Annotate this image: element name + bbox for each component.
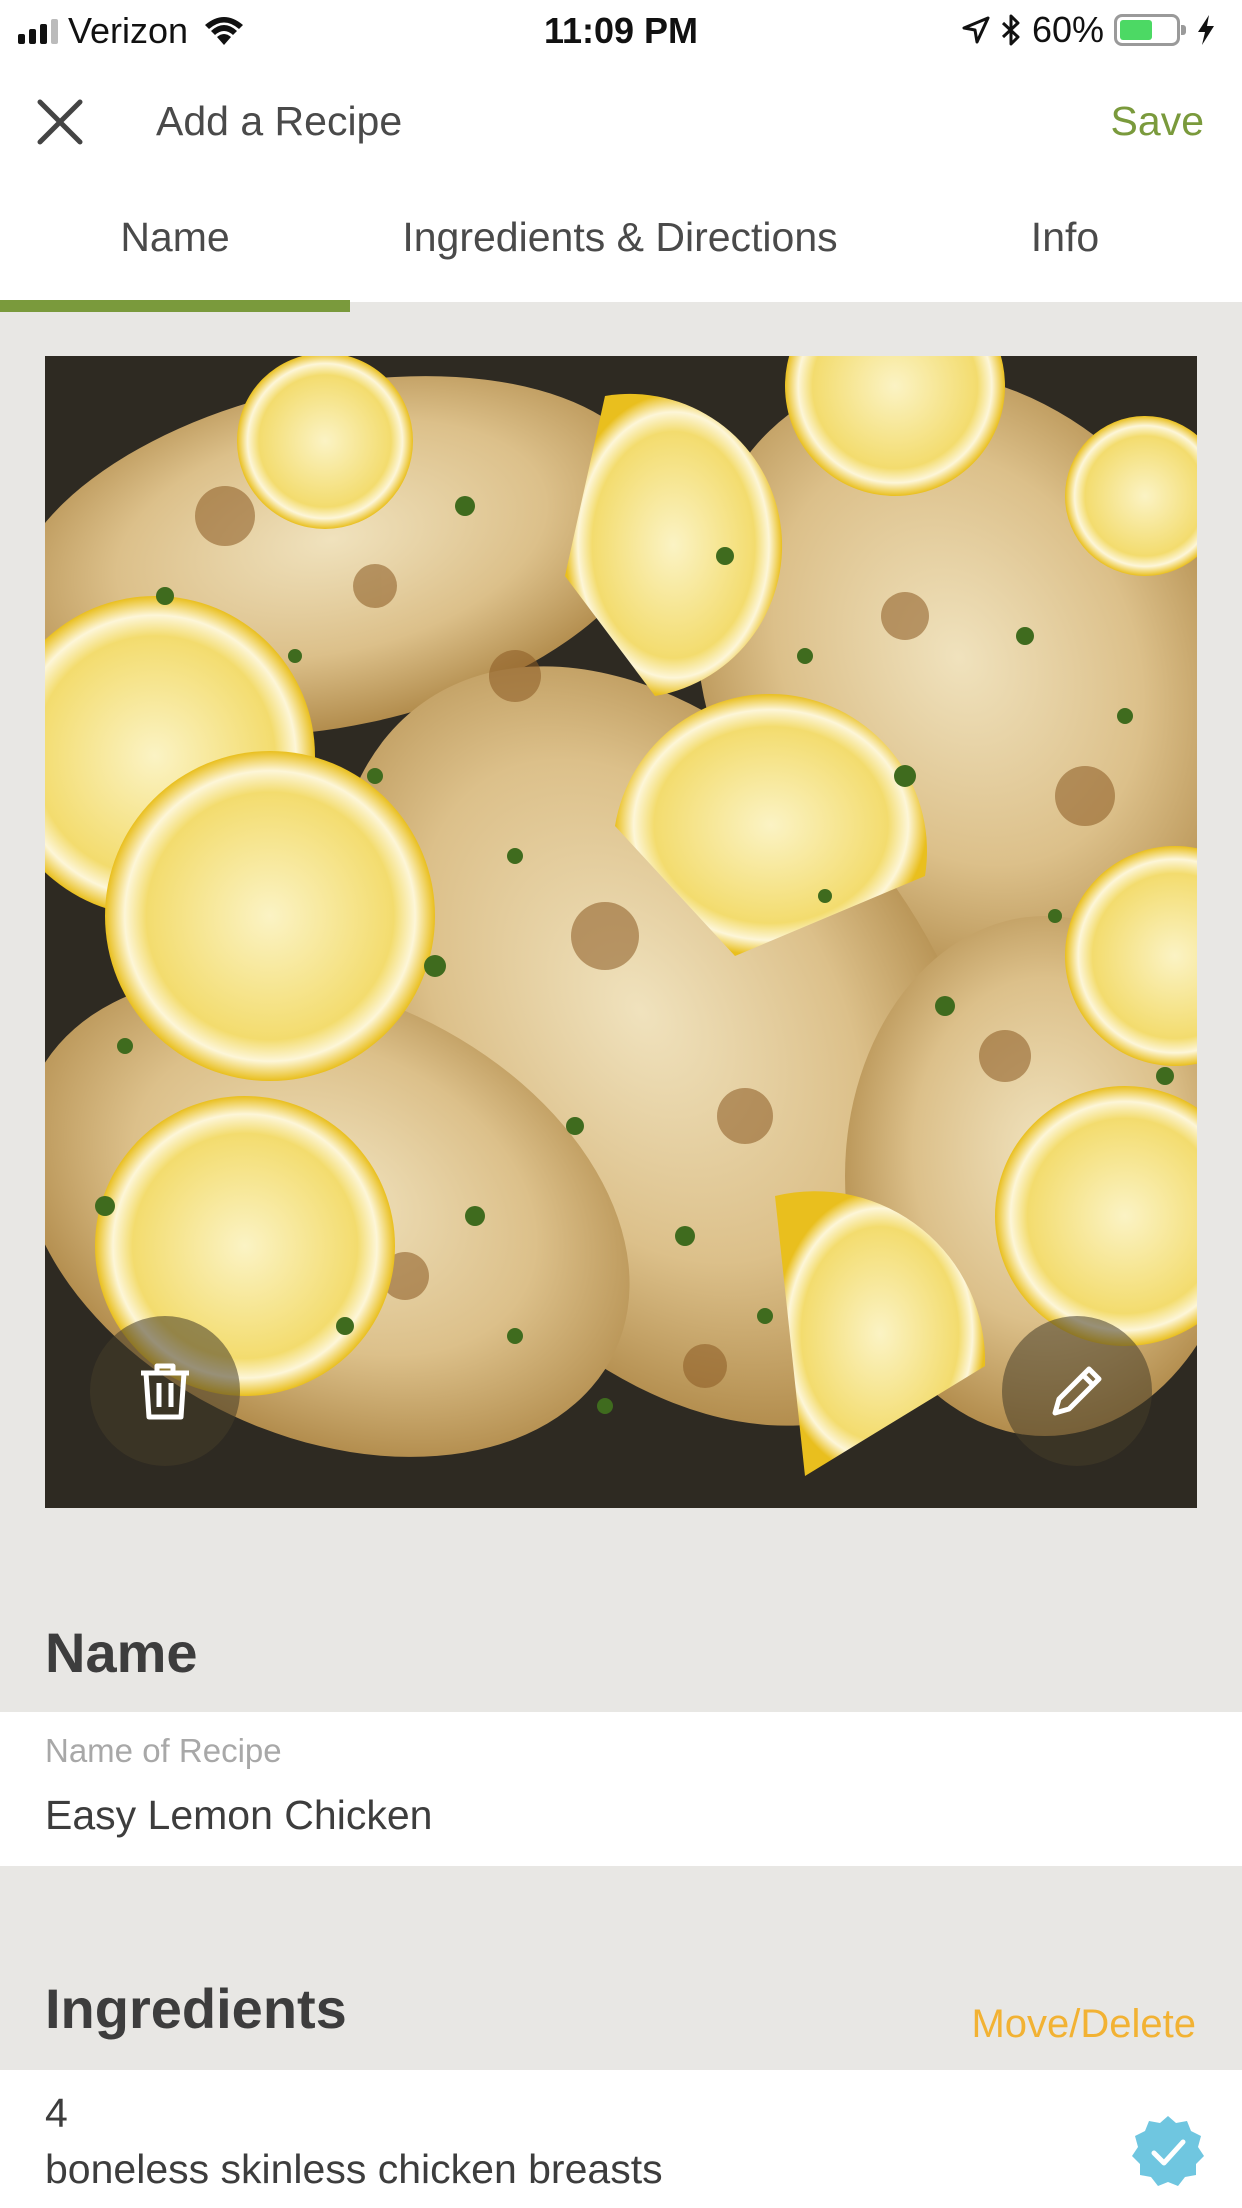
top-nav-bar: Add a Recipe Save: [0, 62, 1242, 180]
ingredient-row[interactable]: 4 boneless skinless chicken breasts: [0, 2070, 1242, 2208]
ingredients-section-title: Ingredients: [45, 1977, 347, 2040]
active-tab-indicator: [0, 300, 350, 312]
ingredient-name: boneless skinless chicken breasts: [45, 2146, 663, 2192]
close-button[interactable]: [30, 92, 90, 152]
move-delete-button[interactable]: Move/Delete: [971, 2002, 1196, 2047]
bluetooth-icon: [1001, 14, 1020, 46]
tab-bar: Name Ingredients & Directions Info: [0, 180, 1242, 302]
pencil-icon: [1052, 1366, 1102, 1416]
trash-icon: [141, 1363, 189, 1420]
delete-photo-button[interactable]: [90, 1316, 240, 1466]
battery-percent: 60%: [1031, 9, 1104, 50]
location-icon: [962, 16, 990, 44]
ingredient-check-button[interactable]: [1130, 2114, 1206, 2190]
recipe-name-field[interactable]: Name of Recipe Easy Lemon Chicken: [0, 1712, 1242, 1866]
name-section-title: Name: [45, 1621, 198, 1684]
tab-name[interactable]: Name: [0, 214, 350, 261]
check-badge-icon: [1132, 2116, 1204, 2186]
close-icon: [37, 99, 83, 145]
charging-icon: [1198, 15, 1214, 45]
status-right: 60%: [962, 9, 1216, 50]
tab-ingredients-directions[interactable]: Ingredients & Directions: [350, 214, 890, 261]
recipe-photo: [45, 356, 1197, 1508]
battery-fill: [1120, 20, 1152, 40]
recipe-name-label: Name of Recipe: [45, 1732, 282, 1769]
save-button[interactable]: Save: [1111, 98, 1204, 145]
recipe-photo-image: [45, 356, 1197, 1508]
ingredient-quantity: 4: [45, 2090, 68, 2136]
page-title: Add a Recipe: [156, 98, 403, 144]
edit-photo-button[interactable]: [1002, 1316, 1152, 1466]
battery-icon: [1114, 14, 1186, 46]
status-bar: Verizon 11:09 PM 60%: [0, 0, 1242, 62]
recipe-name-input[interactable]: Easy Lemon Chicken: [45, 1792, 432, 1839]
tab-info[interactable]: Info: [890, 214, 1240, 261]
